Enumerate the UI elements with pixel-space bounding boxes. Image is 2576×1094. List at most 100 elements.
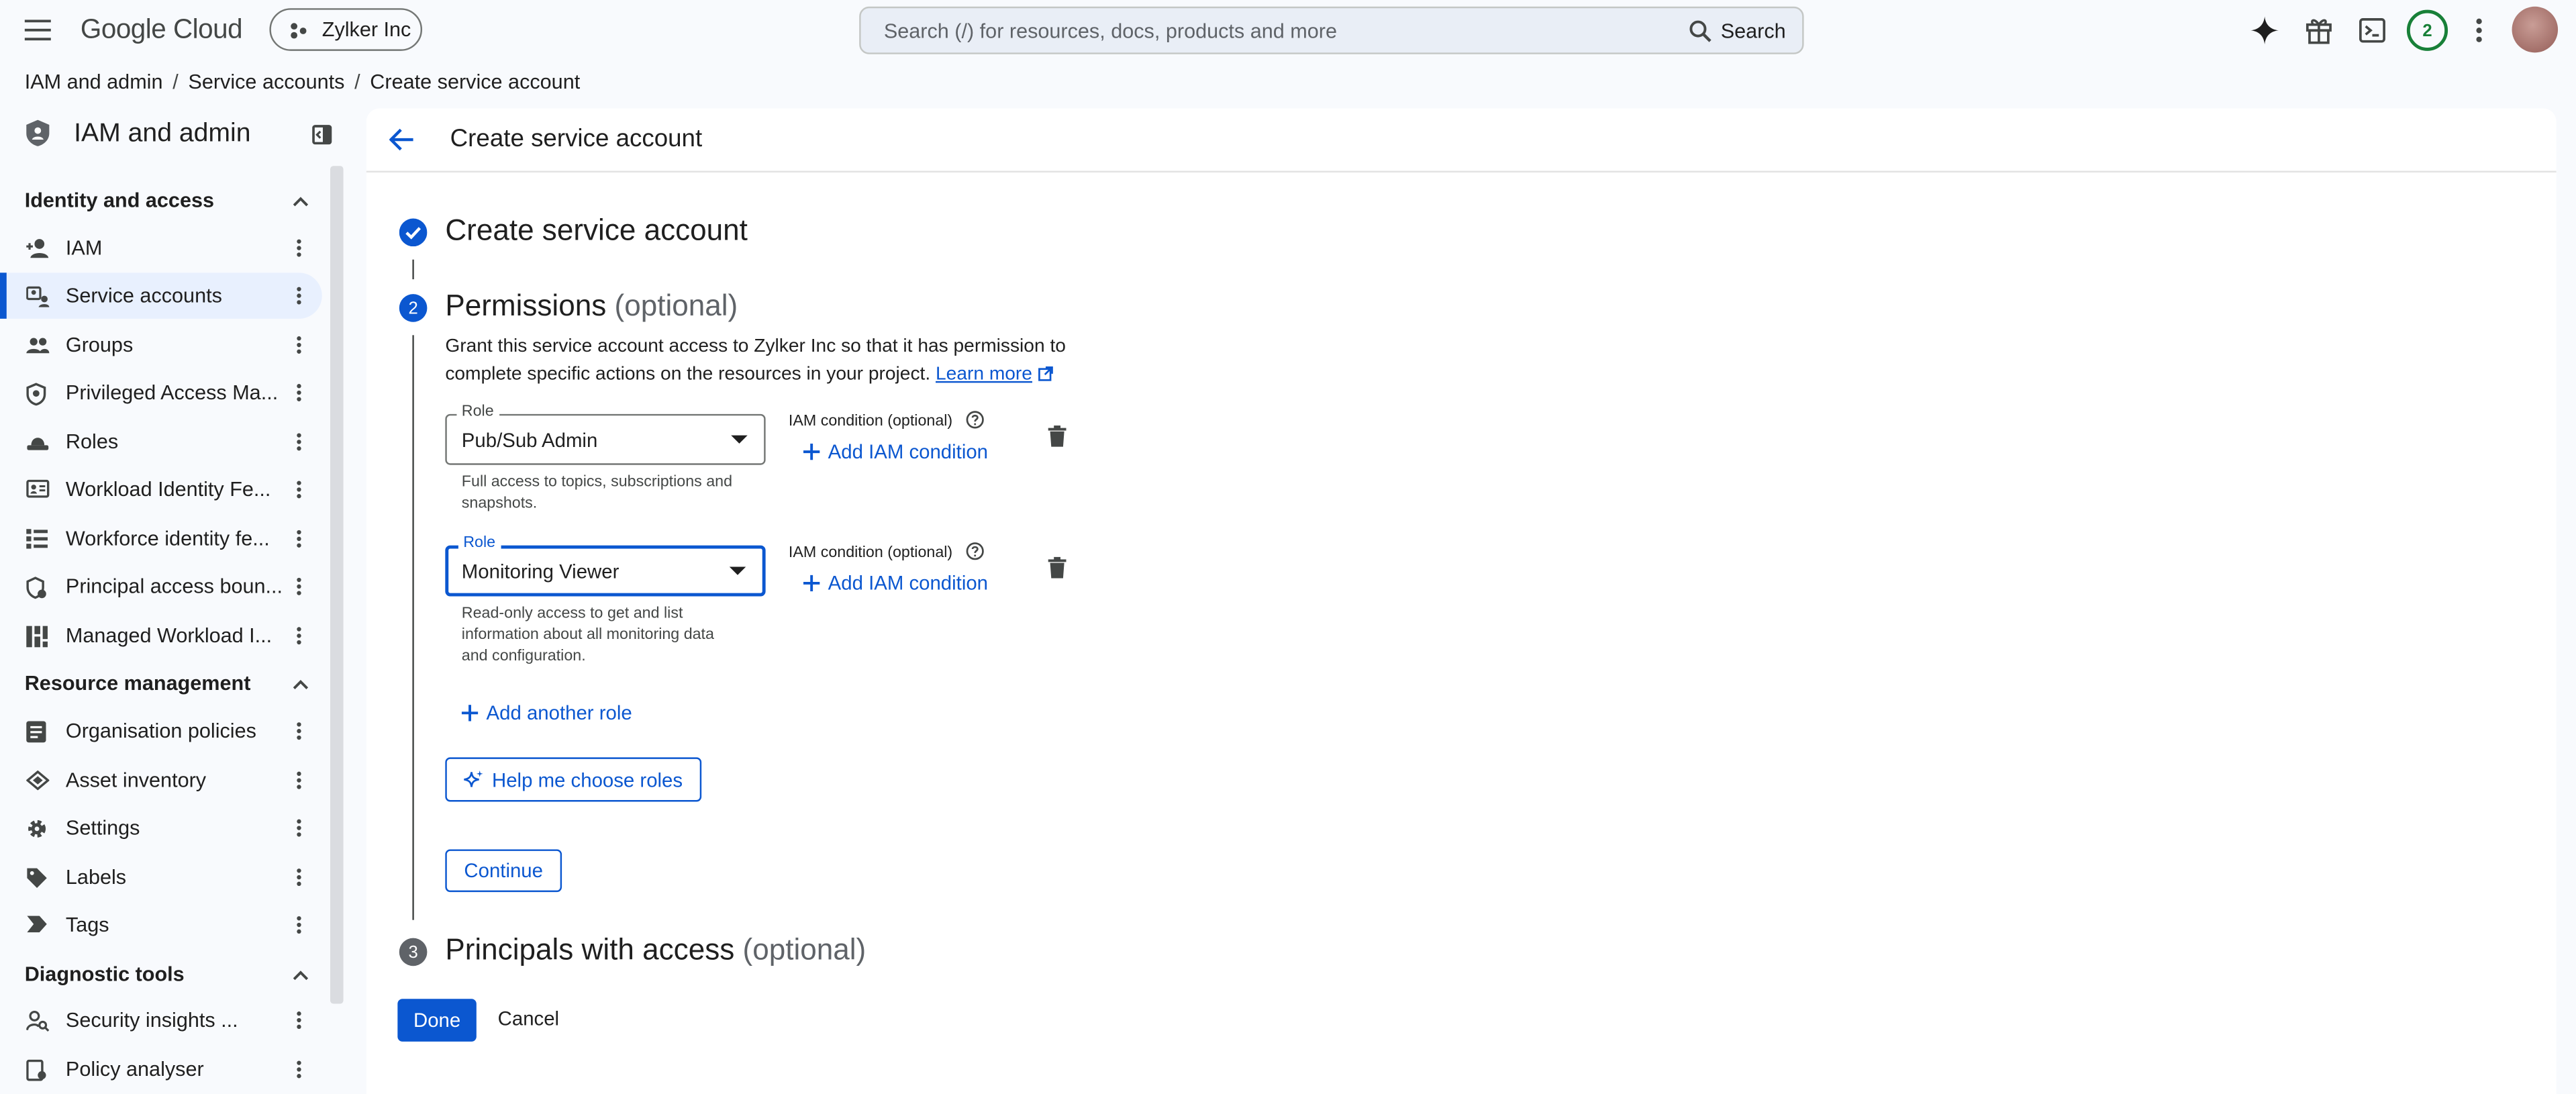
- done-button[interactable]: Done: [397, 999, 477, 1042]
- list-icon: [26, 529, 48, 550]
- add-iam-condition-button[interactable]: Add IAM condition: [803, 440, 988, 463]
- more-vert-icon[interactable]: [296, 722, 303, 741]
- chevron-up-icon[interactable]: [291, 675, 310, 695]
- search-button[interactable]: Search: [1721, 19, 1786, 42]
- breadcrumb: IAM and admin / Service accounts / Creat…: [25, 70, 581, 93]
- collapse-sidebar-icon[interactable]: [312, 125, 332, 145]
- page-header: Create service account: [366, 109, 2557, 173]
- breadcrumb-item-iam[interactable]: IAM and admin: [25, 70, 163, 93]
- learn-more-link[interactable]: Learn more: [936, 364, 1032, 383]
- terminal-icon[interactable]: [2359, 18, 2385, 43]
- sidebar-item-label: Principal access boun...: [65, 575, 283, 598]
- sidebar-item-label: Policy analyser: [65, 1058, 204, 1081]
- sidebar-item-principal-access[interactable]: Principal access boun...: [0, 564, 322, 610]
- more-vert-icon[interactable]: [296, 915, 303, 934]
- role-label: Role: [456, 402, 499, 421]
- sidebar-item-label: Workforce identity fe...: [65, 527, 270, 550]
- chevron-up-icon[interactable]: [291, 192, 310, 211]
- more-vert-icon[interactable]: [296, 480, 303, 499]
- sidebar-item-groups[interactable]: Groups: [0, 322, 322, 368]
- iam-condition-label: IAM condition (optional): [789, 411, 985, 430]
- tag-icon: [26, 915, 48, 936]
- more-vert-icon[interactable]: [296, 818, 303, 838]
- id-card-icon: [26, 479, 50, 501]
- sidebar-scrollbar[interactable]: [330, 166, 344, 1004]
- plus-icon: [803, 443, 820, 460]
- section-resource-management[interactable]: Resource management: [25, 672, 251, 695]
- sidebar-item-org-policies[interactable]: Organisation policies: [0, 708, 322, 754]
- role-select-1[interactable]: Role Pub/Sub Admin: [445, 402, 766, 465]
- role-select-2[interactable]: Role Monitoring Viewer: [445, 534, 766, 597]
- section-identity-access[interactable]: Identity and access: [25, 189, 214, 211]
- step2-title[interactable]: Permissions (optional): [445, 289, 738, 324]
- sidebar-item-labels[interactable]: Labels: [0, 854, 322, 901]
- step2-number: 2: [399, 294, 428, 322]
- more-vert-icon[interactable]: [296, 286, 303, 305]
- help-icon[interactable]: [967, 411, 985, 429]
- more-vert-icon[interactable]: [296, 238, 303, 258]
- more-vert-icon[interactable]: [296, 529, 303, 548]
- more-vert-icon[interactable]: [296, 432, 303, 452]
- sidebar-item-service-accounts[interactable]: Service accounts: [0, 272, 322, 319]
- sidebar-item-workload-identity[interactable]: Workload Identity Fe...: [0, 466, 322, 513]
- sidebar-item-policy-analyser[interactable]: Policy analyser: [0, 1046, 322, 1083]
- more-vert-icon[interactable]: [2476, 18, 2483, 43]
- iam-condition-label: IAM condition (optional): [789, 542, 985, 562]
- delete-role-icon[interactable]: [1048, 425, 1067, 447]
- notifications-badge[interactable]: 2: [2406, 9, 2448, 51]
- sidebar-item-settings[interactable]: Settings: [0, 805, 322, 851]
- plus-icon: [803, 575, 820, 592]
- breadcrumb-item-service-accounts[interactable]: Service accounts: [188, 70, 344, 93]
- sidebar-item-security-insights[interactable]: Security insights ...: [0, 997, 322, 1044]
- brand-logo[interactable]: Google Cloud: [81, 15, 243, 46]
- breadcrumb-item-current: Create service account: [370, 70, 581, 94]
- search-icon[interactable]: [1689, 19, 1712, 42]
- cancel-button[interactable]: Cancel: [498, 1007, 559, 1030]
- more-vert-icon[interactable]: [296, 1060, 303, 1079]
- sidebar-item-managed-workload[interactable]: Managed Workload I...: [0, 613, 322, 659]
- sidebar-item-label: IAM: [65, 236, 103, 260]
- more-vert-icon[interactable]: [296, 867, 303, 887]
- back-arrow-icon[interactable]: [389, 128, 414, 151]
- more-vert-icon[interactable]: [296, 577, 303, 596]
- step3-title-text: Principals with access: [445, 933, 735, 966]
- add-another-role-button[interactable]: Add another role: [461, 701, 632, 724]
- role-hint: Full access to topics, subscriptions and…: [461, 473, 733, 513]
- project-picker[interactable]: Zylker Inc: [269, 8, 423, 51]
- sidebar-item-roles[interactable]: Roles: [0, 419, 322, 465]
- dropdown-arrow-icon: [731, 435, 748, 444]
- more-vert-icon[interactable]: [296, 1010, 303, 1030]
- hat-icon: [26, 432, 49, 454]
- gift-icon[interactable]: [2305, 16, 2333, 44]
- external-link-icon[interactable]: [1037, 365, 1052, 381]
- step3-title[interactable]: Principals with access (optional): [445, 933, 866, 967]
- sidebar-item-iam[interactable]: IAM: [0, 225, 322, 271]
- dropdown-arrow-icon: [729, 566, 746, 575]
- sidebar-item-label: Organisation policies: [65, 719, 256, 743]
- delete-role-icon[interactable]: [1048, 556, 1067, 579]
- sidebar-item-label: Tags: [65, 913, 109, 937]
- help-icon[interactable]: [967, 542, 985, 560]
- more-vert-icon[interactable]: [296, 383, 303, 402]
- more-vert-icon[interactable]: [296, 626, 303, 646]
- continue-button[interactable]: Continue: [445, 849, 562, 893]
- sidebar-item-label: Privileged Access Ma...: [65, 381, 279, 405]
- add-iam-condition-button[interactable]: Add IAM condition: [803, 572, 988, 595]
- more-vert-icon[interactable]: [296, 770, 303, 790]
- search-bar[interactable]: Search (/) for resources, docs, products…: [859, 6, 1804, 54]
- sidebar-item-privileged-access[interactable]: Privileged Access Ma...: [0, 370, 322, 416]
- sidebar-item-workforce-identity[interactable]: Workforce identity fe...: [0, 516, 322, 562]
- chevron-up-icon[interactable]: [291, 966, 310, 985]
- avatar[interactable]: [2512, 6, 2559, 53]
- menu-icon[interactable]: [24, 19, 51, 41]
- sidebar-item-label: Managed Workload I...: [65, 624, 273, 648]
- help-choose-roles-button[interactable]: Help me choose roles: [445, 757, 702, 802]
- section-diagnostic-tools[interactable]: Diagnostic tools: [25, 962, 185, 985]
- sidebar-item-tags[interactable]: Tags: [0, 902, 322, 948]
- step1-title[interactable]: Create service account: [445, 213, 748, 248]
- sidebar-item-asset-inventory[interactable]: Asset inventory: [0, 757, 322, 803]
- more-vert-icon[interactable]: [296, 335, 303, 354]
- search-input[interactable]: Search (/) for resources, docs, products…: [884, 19, 1689, 42]
- gemini-icon[interactable]: [2250, 16, 2279, 45]
- project-icon: [289, 21, 307, 39]
